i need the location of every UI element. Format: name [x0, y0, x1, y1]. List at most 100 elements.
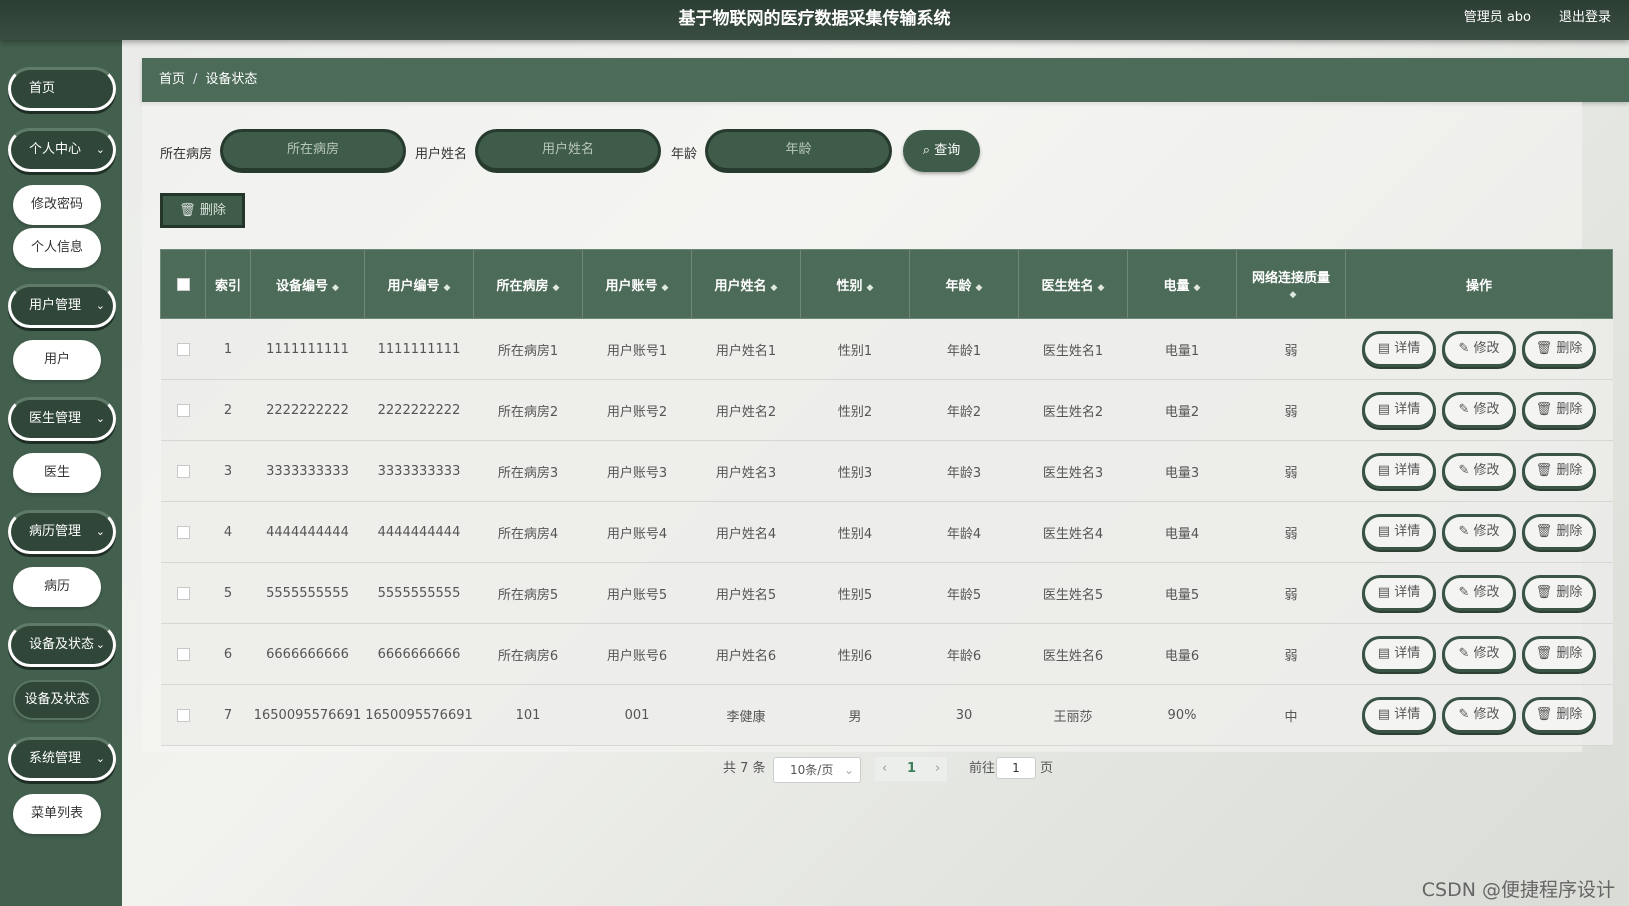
header-cell[interactable]: 设备编号 ◆	[250, 249, 365, 319]
sort-icon[interactable]: ◆	[332, 283, 339, 293]
prev-page-icon[interactable]: ‹	[882, 757, 887, 781]
detail-button[interactable]: ▤ 详情	[1362, 331, 1436, 367]
delete-button[interactable]: 🗑 删除	[1522, 331, 1596, 367]
breadcrumb-home[interactable]: 首页	[159, 72, 185, 87]
device-table: 索引 设备编号 ◆ 用户编号 ◆ 所在病房 ◆ 用户账号 ◆ 用户姓名 ◆ 性别 ◆ 年龄 ◆…	[160, 249, 1613, 746]
detail-button[interactable]: ▤ 详情	[1362, 453, 1436, 489]
goto-page-input[interactable]: 1	[996, 757, 1036, 779]
edit-button-label: 修改	[1473, 463, 1500, 478]
sidebar-group-label: 用户管理	[29, 298, 82, 313]
edit-button[interactable]: ✎ 修改	[1442, 575, 1516, 611]
bulk-delete-button[interactable]: 🗑 删除	[160, 193, 245, 228]
delete-button[interactable]: 🗑 删除	[1522, 392, 1596, 428]
query-button[interactable]: ⌕ 查询	[903, 130, 980, 172]
page-size-select[interactable]: 10条/页 ⌄	[773, 757, 861, 783]
row-checkbox[interactable]	[176, 464, 190, 478]
sort-icon[interactable]: ◆	[867, 283, 874, 293]
sidebar-item-users[interactable]: 用户	[13, 340, 101, 380]
table-cell: 所在病房1	[473, 318, 583, 380]
age-search-input[interactable]: 年龄	[705, 129, 892, 173]
delete-button[interactable]: 🗑 删除	[1522, 636, 1596, 672]
goto-label: 前往	[969, 761, 996, 776]
select-all-checkbox[interactable]	[176, 277, 190, 291]
row-checkbox[interactable]	[176, 342, 190, 356]
delete-button[interactable]: 🗑 删除	[1522, 575, 1596, 611]
header-cell[interactable]: 所在病房 ◆	[473, 249, 583, 319]
row-checkbox[interactable]	[176, 647, 190, 661]
edit-button[interactable]: ✎ 修改	[1442, 514, 1516, 550]
ward-search-input[interactable]: 所在病房	[220, 129, 406, 173]
table-cell: 电量6	[1127, 623, 1237, 685]
edit-button-label: 修改	[1473, 585, 1500, 600]
edit-button[interactable]: ✎ 修改	[1442, 392, 1516, 428]
sort-icon[interactable]: ◆	[444, 283, 451, 293]
sidebar-group-personal-center[interactable]: 个人中心 ⌄	[8, 128, 116, 172]
table-cell: 电量2	[1127, 379, 1237, 441]
detail-button[interactable]: ▤ 详情	[1362, 514, 1436, 550]
delete-button[interactable]: 🗑 删除	[1522, 697, 1596, 733]
sidebar-item-home[interactable]: 首页	[8, 67, 116, 111]
row-checkbox[interactable]	[176, 708, 190, 722]
sort-icon[interactable]: ◆	[1290, 290, 1297, 300]
delete-button[interactable]: 🗑 删除	[1522, 453, 1596, 489]
sidebar-group-devices[interactable]: 设备及状态 ⌄	[8, 623, 116, 667]
table-row: 1 1111111111 1111111111 所在病房1 用户账号1 用户姓名1 性别1 年…	[160, 318, 1613, 380]
detail-button[interactable]: ▤ 详情	[1362, 636, 1436, 672]
sidebar-item-records[interactable]: 病历	[13, 567, 101, 607]
table-cell: 6666666666	[250, 623, 365, 685]
sort-icon[interactable]: ◆	[771, 283, 778, 293]
row-checkbox[interactable]	[176, 403, 190, 417]
detail-button[interactable]: ▤ 详情	[1362, 697, 1436, 733]
sidebar-item-device-status[interactable]: 设备及状态	[13, 680, 101, 720]
sort-icon[interactable]: ◆	[1098, 283, 1105, 293]
next-page-icon[interactable]: ›	[935, 757, 940, 781]
sidebar-group-record-management[interactable]: 病历管理 ⌄	[8, 510, 116, 554]
header-cell[interactable]: 用户账号 ◆	[582, 249, 692, 319]
table-cell: 年龄1	[909, 318, 1019, 380]
sidebar-item-change-password[interactable]: 修改密码	[13, 185, 101, 225]
page-number-current[interactable]: 1	[907, 757, 916, 781]
sidebar-group-doctor-management[interactable]: 医生管理 ⌄	[8, 397, 116, 441]
header-cell[interactable]: 网络连接质量 ◆	[1236, 249, 1346, 319]
table-cell: 医生姓名4	[1018, 501, 1128, 563]
table-cell: 医生姓名6	[1018, 623, 1128, 685]
table-cell: 5555555555	[250, 562, 365, 624]
header-cell[interactable]: 用户姓名 ◆	[691, 249, 801, 319]
delete-button[interactable]: 🗑 删除	[1522, 514, 1596, 550]
sort-icon[interactable]: ◆	[1194, 283, 1201, 293]
edit-button[interactable]: ✎ 修改	[1442, 697, 1516, 733]
table-cell: 年龄5	[909, 562, 1019, 624]
detail-button-label: 详情	[1394, 585, 1421, 600]
header-cell[interactable]: 医生姓名 ◆	[1018, 249, 1128, 319]
sort-icon[interactable]: ◆	[662, 283, 669, 293]
sidebar-item-personal-info[interactable]: 个人信息	[13, 228, 101, 268]
header-label: 设备编号	[276, 278, 329, 294]
edit-button[interactable]: ✎ 修改	[1442, 331, 1516, 367]
header-cell[interactable]: 用户编号 ◆	[364, 249, 474, 319]
header-cell[interactable]: 年龄 ◆	[909, 249, 1019, 319]
age-label: 年龄	[671, 147, 698, 162]
sort-icon[interactable]: ◆	[976, 283, 983, 293]
header-cell[interactable]: 性别 ◆	[800, 249, 910, 319]
header-select-all[interactable]	[160, 249, 206, 319]
row-checkbox[interactable]	[176, 586, 190, 600]
logout-link[interactable]: 退出登录	[1559, 6, 1611, 25]
sidebar-item-menu-list[interactable]: 菜单列表	[13, 794, 101, 834]
table-cell: 男	[800, 684, 910, 746]
detail-button[interactable]: ▤ 详情	[1362, 392, 1436, 428]
edit-button[interactable]: ✎ 修改	[1442, 636, 1516, 672]
sidebar-item-doctors[interactable]: 医生	[13, 453, 101, 493]
detail-button[interactable]: ▤ 详情	[1362, 575, 1436, 611]
row-select-cell	[160, 623, 206, 685]
sort-icon[interactable]: ◆	[553, 283, 560, 293]
sidebar-group-user-management[interactable]: 用户管理 ⌄	[8, 284, 116, 328]
user-name-search-input[interactable]: 用户姓名	[475, 129, 661, 173]
row-checkbox[interactable]	[176, 525, 190, 539]
edit-button[interactable]: ✎ 修改	[1442, 453, 1516, 489]
table-cell: 所在病房2	[473, 379, 583, 441]
table-cell: 4444444444	[250, 501, 365, 563]
sidebar-group-label: 设备及状态	[29, 637, 95, 652]
table-row: 2 2222222222 2222222222 所在病房2 用户账号2 用户姓名2 性别2 年…	[160, 379, 1613, 441]
sidebar-group-system-management[interactable]: 系统管理 ⌄	[8, 737, 116, 781]
header-cell[interactable]: 电量 ◆	[1127, 249, 1237, 319]
